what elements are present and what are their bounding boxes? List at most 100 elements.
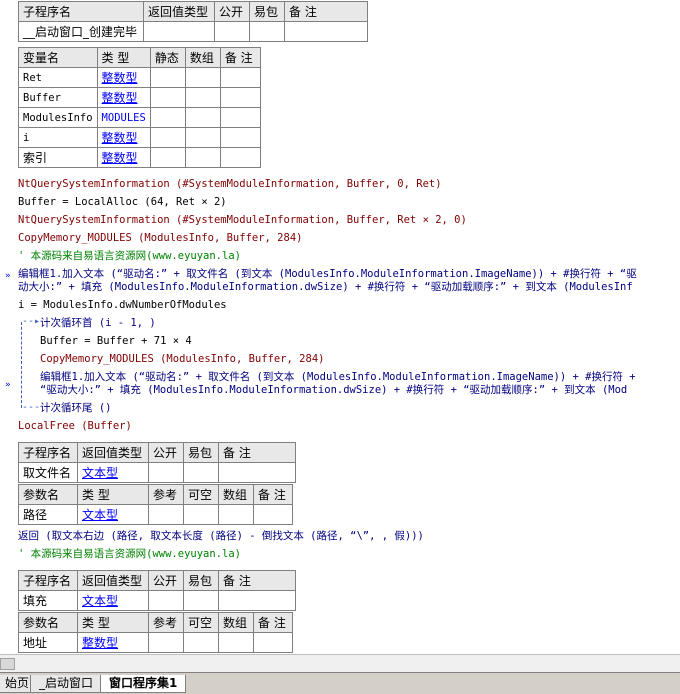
return-type-cell[interactable] (143, 21, 215, 42)
code-line-4[interactable]: CopyMemory_MODULES (ModulesInfo, Buffer,… (18, 231, 302, 245)
table-row[interactable]: 路径 文本型 (18, 504, 293, 525)
tab-bar: 始页 _启动窗口 窗口程序集1 (0, 672, 680, 694)
public-cell[interactable] (214, 21, 250, 42)
code-line-11a[interactable]: 编辑框1.加入文本 (“驱动名:” + 取文件名 (到文本 (ModulesIn… (40, 370, 636, 384)
code-line-9[interactable]: Buffer = Buffer + 71 × 4 (40, 334, 192, 348)
scrollbar-thumb[interactable] (0, 658, 15, 670)
col-var-remark: 备 注 (219, 47, 261, 68)
code-line-10[interactable]: CopyMemory_MODULES (ModulesInfo, Buffer,… (40, 352, 324, 366)
breakpoint-arrow-icon[interactable]: » (5, 271, 10, 281)
col-remark: 备 注 (218, 570, 296, 591)
loop-end-line[interactable]: 计次循环尾 () (40, 401, 111, 415)
param-remark[interactable] (253, 504, 293, 525)
remark-cell[interactable] (218, 462, 296, 483)
var-array[interactable] (184, 67, 221, 88)
var-array[interactable] (184, 87, 221, 108)
loop-start-line[interactable]: 计次循环首 (i - 1, ) (40, 316, 156, 330)
param-type[interactable]: 整数型 (77, 632, 149, 653)
code-line-6a[interactable]: 编辑框1.加入文本 (“驱动名:” + 取文件名 (到文本 (ModulesIn… (18, 267, 637, 281)
var-type[interactable]: 整数型 (96, 67, 151, 88)
return-type-cell[interactable]: 文本型 (77, 462, 149, 483)
return-type-cell[interactable]: 文本型 (77, 590, 149, 611)
var-static[interactable] (149, 67, 186, 88)
sub1-table: 子程序名 返回值类型 公开 易包 备 注 __启动窗口_创建完毕 (18, 1, 368, 42)
param-ref[interactable] (148, 632, 184, 653)
public-cell[interactable] (148, 462, 184, 483)
loop-guide (21, 322, 22, 408)
code-line-3[interactable]: NtQuerySystemInformation (#SystemModuleI… (18, 213, 467, 227)
table-row[interactable]: Ret 整数型 (18, 67, 261, 88)
var-name[interactable]: ModulesInfo (18, 107, 98, 128)
param-nullable[interactable] (183, 504, 219, 525)
var-name[interactable]: Buffer (18, 87, 98, 108)
code-line-7[interactable]: i = ModulesInfo.dwNumberOfModules (18, 298, 227, 312)
col-public: 公开 (148, 442, 184, 463)
var-type[interactable]: 整数型 (96, 127, 151, 148)
var-static[interactable] (149, 87, 186, 108)
breakpoint-arrow-icon[interactable]: » (5, 380, 10, 390)
col-public: 公开 (148, 570, 184, 591)
col-remark: 备 注 (284, 1, 368, 22)
comment-line-2[interactable]: ' 本源码来自易语言资源网(www.eyuyan.la) (18, 547, 241, 561)
var-name[interactable]: Ret (18, 67, 98, 88)
param-remark[interactable] (253, 632, 293, 653)
var-array[interactable] (184, 107, 221, 128)
epkg-cell[interactable] (249, 21, 285, 42)
var-static[interactable] (149, 107, 186, 128)
code-line-14[interactable]: 返回 (取文本右边 (路径, 取文本长度 (路径) - 倒找文本 (路径, “\… (18, 529, 424, 543)
comment-line-1[interactable]: ' 本源码来自易语言资源网(www.eyuyan.la) (18, 249, 241, 263)
param-array[interactable] (218, 504, 254, 525)
tab-window-assembly[interactable]: 窗口程序集1 (100, 675, 187, 693)
col-return-type: 返回值类型 (143, 1, 215, 22)
remark-cell[interactable] (284, 21, 368, 42)
var-name[interactable]: 索引 (18, 147, 98, 168)
col-param-name: 参数名 (18, 484, 78, 505)
var-type[interactable]: MODULES (96, 107, 151, 128)
var-remark[interactable] (219, 87, 261, 108)
code-line-11b[interactable]: “驱动大小:” + 填充 (ModulesInfo.ModuleInformat… (40, 383, 627, 397)
col-param-remark: 备 注 (253, 484, 293, 505)
param-ref[interactable] (148, 504, 184, 525)
col-param-remark: 备 注 (253, 612, 293, 633)
col-sub-name: 子程序名 (18, 570, 78, 591)
col-nullable: 可空 (183, 484, 219, 505)
param-name[interactable]: 地址 (18, 632, 78, 653)
code-line-2[interactable]: Buffer = LocalAlloc (64, Ret × 2) (18, 195, 227, 209)
public-cell[interactable] (148, 590, 184, 611)
var-array[interactable] (184, 147, 221, 168)
table-row[interactable]: 地址 整数型 (18, 632, 293, 653)
var-remark[interactable] (219, 127, 261, 148)
horizontal-scrollbar[interactable] (0, 654, 680, 672)
loop-end-dash-icon: --- (22, 402, 41, 413)
col-var-type: 类 型 (96, 47, 151, 68)
table-row[interactable]: i 整数型 (18, 127, 261, 148)
var-type[interactable]: 整数型 (96, 147, 151, 168)
var-name[interactable]: i (18, 127, 98, 148)
table-row[interactable]: ModulesInfo MODULES (18, 107, 261, 128)
param-name[interactable]: 路径 (18, 504, 78, 525)
table-row[interactable]: 索引 整数型 (18, 147, 261, 168)
epkg-cell[interactable] (183, 462, 219, 483)
var-remark[interactable] (219, 67, 261, 88)
sub2-params-table: 参数名 类 型 参考 可空 数组 备 注 路径 文本型 (18, 484, 293, 525)
table-row[interactable]: Buffer 整数型 (18, 87, 261, 108)
epkg-cell[interactable] (183, 590, 219, 611)
sub-name-cell[interactable]: 取文件名 (18, 462, 78, 483)
param-nullable[interactable] (183, 632, 219, 653)
tab-startup-window[interactable]: _启动窗口 (30, 675, 103, 693)
var-static[interactable] (149, 147, 186, 168)
remark-cell[interactable] (218, 590, 296, 611)
code-line-13[interactable]: LocalFree (Buffer) (18, 419, 132, 433)
sub-name-cell[interactable]: __启动窗口_创建完毕 (18, 21, 144, 42)
var-type[interactable]: 整数型 (96, 87, 151, 108)
var-static[interactable] (149, 127, 186, 148)
param-array[interactable] (218, 632, 254, 653)
code-line-1[interactable]: NtQuerySystemInformation (#SystemModuleI… (18, 177, 442, 191)
sub-name-cell[interactable]: 填充 (18, 590, 78, 611)
code-line-6b[interactable]: 动大小:” + 填充 (ModulesInfo.ModuleInformatio… (18, 280, 633, 294)
var-array[interactable] (184, 127, 221, 148)
col-array: 数组 (218, 484, 254, 505)
var-remark[interactable] (219, 147, 261, 168)
param-type[interactable]: 文本型 (77, 504, 149, 525)
var-remark[interactable] (219, 107, 261, 128)
